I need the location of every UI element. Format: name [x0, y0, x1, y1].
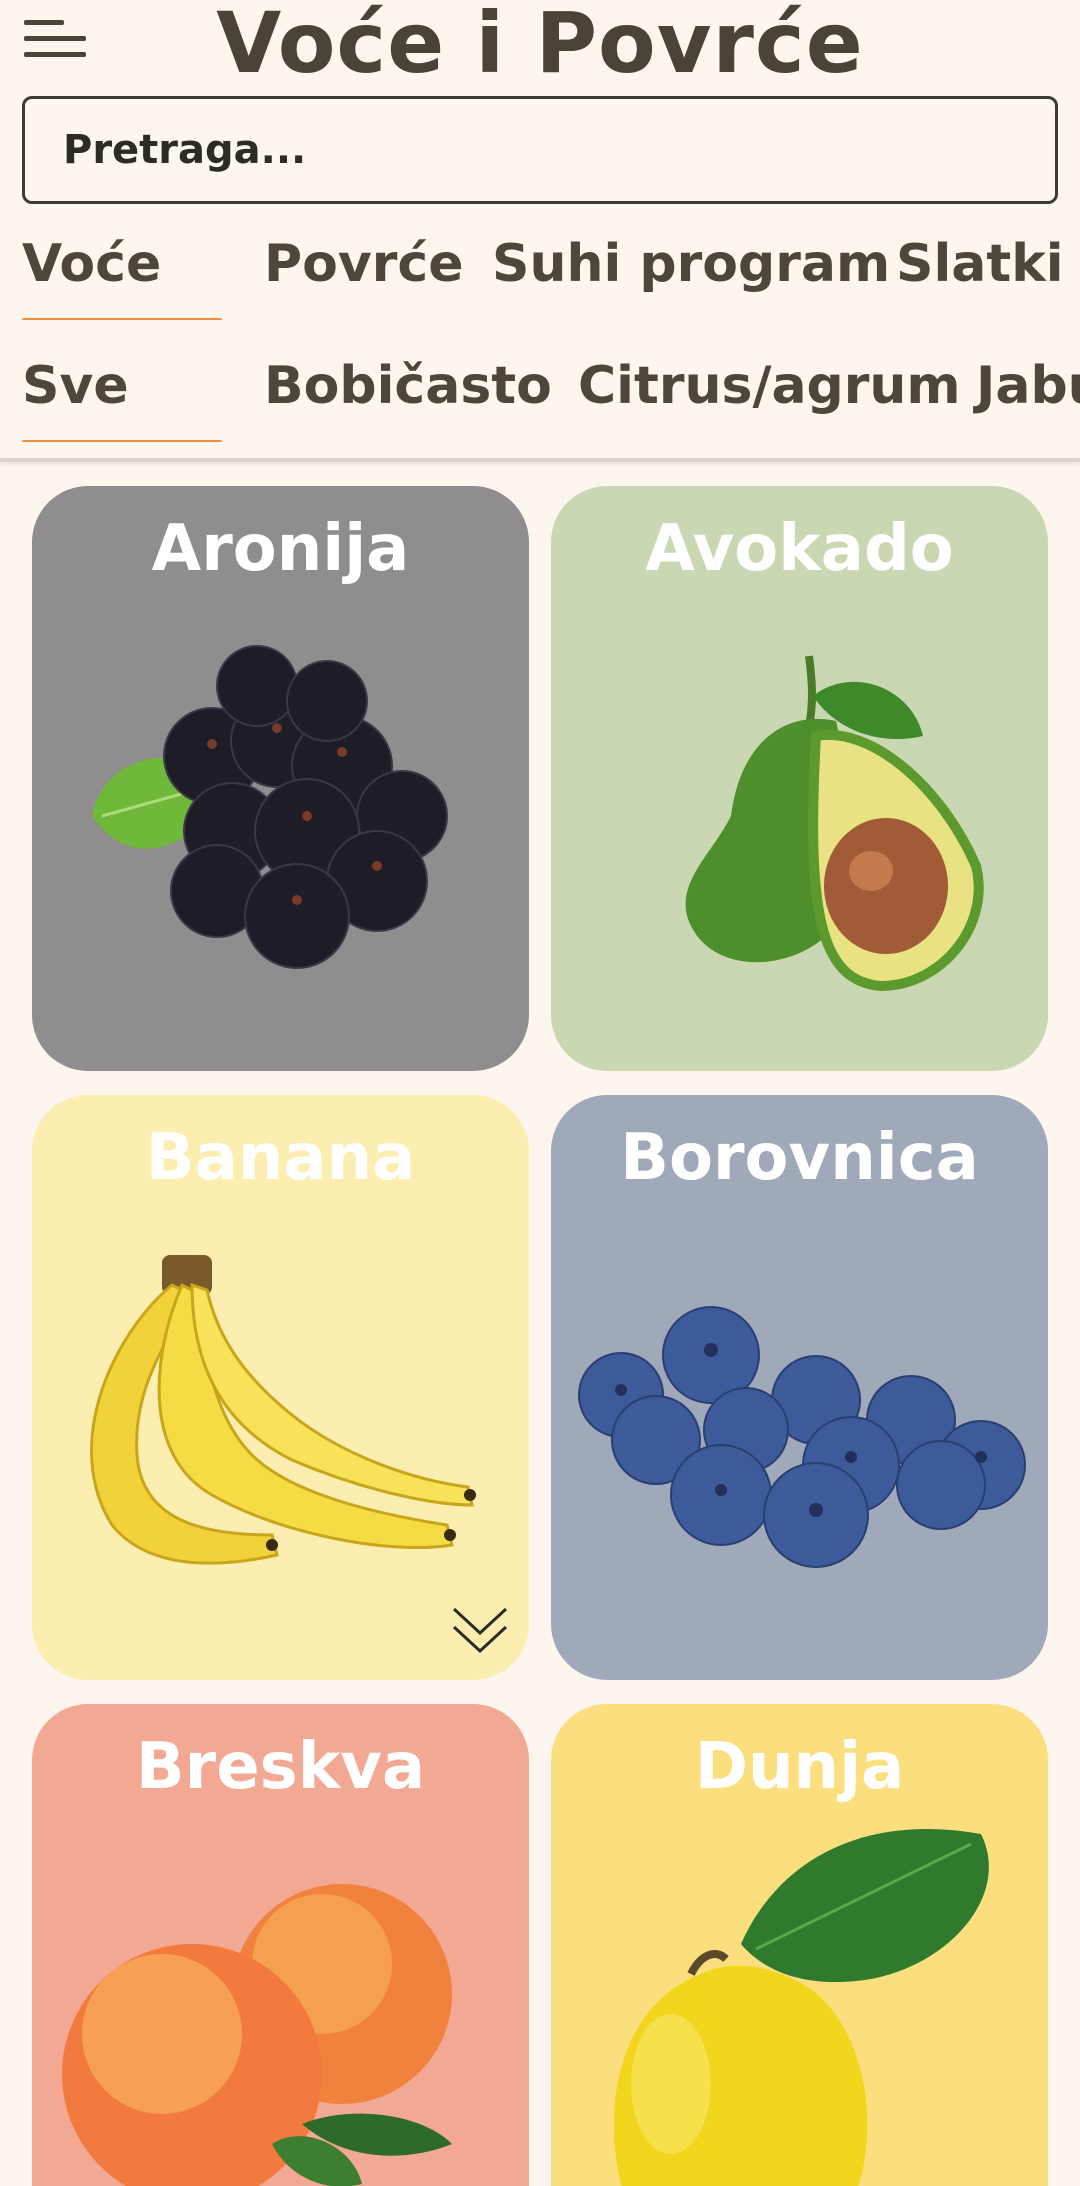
tab-povrce[interactable]: Povrće	[264, 234, 463, 294]
product-card-avokado[interactable]: Avokado	[551, 486, 1048, 1071]
subtab-sve[interactable]: Sve	[22, 356, 222, 442]
app-header: Voće i Povrće	[0, 0, 1080, 92]
tab-slatki-program[interactable]: Slatki p	[896, 234, 1080, 294]
double-chevron-down-icon[interactable]	[450, 1603, 510, 1659]
product-name: Banana	[145, 1121, 416, 1195]
product-name: Borovnica	[620, 1121, 979, 1195]
product-card-dunja[interactable]: Dunja	[551, 1704, 1048, 2186]
search-box[interactable]	[22, 96, 1058, 204]
search-input[interactable]	[63, 127, 1055, 173]
tab-suhi-program[interactable]: Suhi program	[492, 234, 890, 294]
product-card-banana[interactable]: Banana	[32, 1095, 529, 1680]
header-divider	[0, 458, 1080, 462]
tab-voce[interactable]: Voće	[22, 234, 223, 320]
category-tabs: Voće Povrće Suhi program Slatki p	[0, 220, 1080, 320]
page-title: Voće i Povrće	[216, 0, 864, 92]
product-name: Aronija	[151, 512, 410, 586]
product-name: Breskva	[135, 1730, 426, 1804]
product-card-breskva[interactable]: Breskva	[32, 1704, 529, 2186]
subtab-jabucasto[interactable]: Jabu	[976, 356, 1080, 416]
product-card-borovnica[interactable]: Borovnica	[551, 1095, 1048, 1680]
product-name: Dunja	[694, 1730, 905, 1804]
subtab-bobicasto[interactable]: Bobičasto	[264, 356, 552, 416]
product-card-aronija[interactable]: Aronija	[32, 486, 529, 1071]
subtab-citrus-agrum[interactable]: Citrus/agrum	[578, 356, 961, 416]
product-name: Avokado	[645, 512, 954, 586]
subcategory-tabs: Sve Bobičasto Citrus/agrum Jabu	[0, 342, 1080, 442]
